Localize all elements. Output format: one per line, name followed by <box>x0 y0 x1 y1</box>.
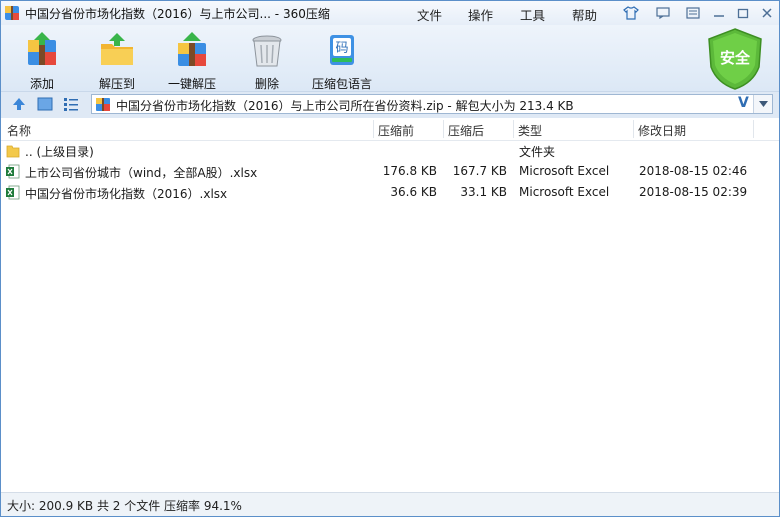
list-item[interactable]: 上市公司省份城市（wind，全部A股）.xlsx 176.8 KB 167.7 … <box>1 161 779 182</box>
file-type: Microsoft Excel <box>519 185 610 199</box>
one-click-extract-button-label: 一键解压 <box>167 77 216 91</box>
address-dropdown[interactable] <box>753 95 772 113</box>
address-bar[interactable]: 中国分省份市场化指数（2016）与上市公司所在省份资料.zip - 解包大小为 … <box>91 94 773 114</box>
menu-operate[interactable]: 操作 <box>468 5 493 24</box>
archive-language-button-label: 压缩包语言 <box>311 77 372 91</box>
address-path: 中国分省份市场化指数（2016）与上市公司所在省份资料.zip - 解包大小为 … <box>116 99 574 113</box>
add-button-label: 添加 <box>29 77 54 91</box>
security-badge[interactable]: 安全 <box>705 27 765 91</box>
zip-archive-icon <box>96 98 110 111</box>
column-packed[interactable]: 压缩前 <box>378 122 414 139</box>
one-click-extract-button[interactable]: 一键解压 <box>155 31 229 92</box>
up-arrow-icon[interactable] <box>11 96 27 115</box>
status-bar: 大小: 200.9 KB 共 2 个文件 压缩率 94.1% <box>1 492 779 516</box>
file-name: .. (上级目录) <box>25 145 94 159</box>
chevron-down-icon <box>758 101 768 107</box>
trash-bin-icon <box>252 35 282 67</box>
shield-icon: 安全 <box>708 28 762 90</box>
file-packed: 36.6 KB <box>390 185 437 199</box>
extract-to-icon <box>101 33 133 65</box>
file-name: 中国分省份市场化指数（2016）.xlsx <box>25 187 228 201</box>
thumbnail-view-icon[interactable] <box>37 97 53 114</box>
toolbar: 添加 解压到 一键解压 删除 码 压缩包语言 安全 <box>1 25 779 91</box>
file-size: 33.1 KB <box>460 185 507 199</box>
file-name: 上市公司省份城市（wind，全部A股）.xlsx <box>25 166 258 180</box>
column-size[interactable]: 压缩后 <box>448 122 484 139</box>
encoding-char: 码 <box>335 41 348 56</box>
settings-menu-icon[interactable] <box>683 4 703 22</box>
app-logo-icon <box>5 6 19 20</box>
column-type[interactable]: 类型 <box>518 122 542 139</box>
add-button[interactable]: 添加 <box>5 31 79 92</box>
file-type: Microsoft Excel <box>519 164 610 178</box>
archive-language-button[interactable]: 码 压缩包语言 <box>305 31 379 92</box>
excel-file-icon <box>6 164 20 179</box>
file-packed: 176.8 KB <box>382 164 437 178</box>
window-title: 中国分省份市场化指数（2016）与上市公司... - 360压缩 <box>25 7 330 21</box>
column-divider[interactable] <box>633 120 634 138</box>
menu-help[interactable]: 帮助 <box>572 5 597 24</box>
maximize-icon[interactable] <box>733 4 753 22</box>
list-item-parent[interactable]: .. (上级目录) 文件夹 <box>1 140 779 161</box>
list-item[interactable]: 中国分省份市场化指数（2016）.xlsx 36.6 KB 33.1 KB Mi… <box>1 182 779 203</box>
folder-icon <box>6 145 20 158</box>
status-text: 大小: 200.9 KB 共 2 个文件 压缩率 94.1% <box>7 499 242 513</box>
column-header: 名称 压缩前 压缩后 类型 修改日期 <box>1 118 779 141</box>
close-icon[interactable] <box>757 4 777 22</box>
minimize-icon[interactable] <box>709 4 729 22</box>
app-window: 中国分省份市场化指数（2016）与上市公司... - 360压缩 文件 操作 工… <box>0 0 780 517</box>
feedback-icon[interactable] <box>653 4 673 22</box>
delete-button-label: 删除 <box>254 77 279 91</box>
file-size: 167.7 KB <box>452 164 507 178</box>
file-list: .. (上级目录) 文件夹 上市公司省份城市（wind，全部A股）.xlsx 1… <box>1 140 779 492</box>
verify-icon[interactable]: V <box>738 95 749 111</box>
column-divider[interactable] <box>443 120 444 138</box>
menu-file[interactable]: 文件 <box>417 5 442 24</box>
excel-file-icon <box>6 185 20 200</box>
extract-to-button-label: 解压到 <box>98 77 135 91</box>
security-badge-text: 安全 <box>720 49 751 67</box>
menu-tools[interactable]: 工具 <box>520 5 545 24</box>
address-row: 中国分省份市场化指数（2016）与上市公司所在省份资料.zip - 解包大小为 … <box>1 91 779 118</box>
extract-to-button[interactable]: 解压到 <box>80 31 154 92</box>
column-divider[interactable] <box>373 120 374 138</box>
file-modified: 2018-08-15 02:46 <box>639 164 748 178</box>
column-name[interactable]: 名称 <box>7 122 31 139</box>
file-type: 文件夹 <box>519 145 556 159</box>
skin-shirt-icon[interactable] <box>621 4 641 22</box>
column-divider[interactable] <box>513 120 514 138</box>
column-modified[interactable]: 修改日期 <box>638 122 686 139</box>
column-divider[interactable] <box>753 120 754 138</box>
list-view-icon[interactable] <box>63 97 79 114</box>
file-modified: 2018-08-15 02:39 <box>639 185 748 199</box>
delete-button[interactable]: 删除 <box>230 31 304 92</box>
title-bar: 中国分省份市场化指数（2016）与上市公司... - 360压缩 文件 操作 工… <box>1 1 779 25</box>
archive-language-icon: 码 <box>330 35 354 65</box>
one-click-extract-icon <box>178 32 206 66</box>
add-archive-icon <box>28 32 56 65</box>
